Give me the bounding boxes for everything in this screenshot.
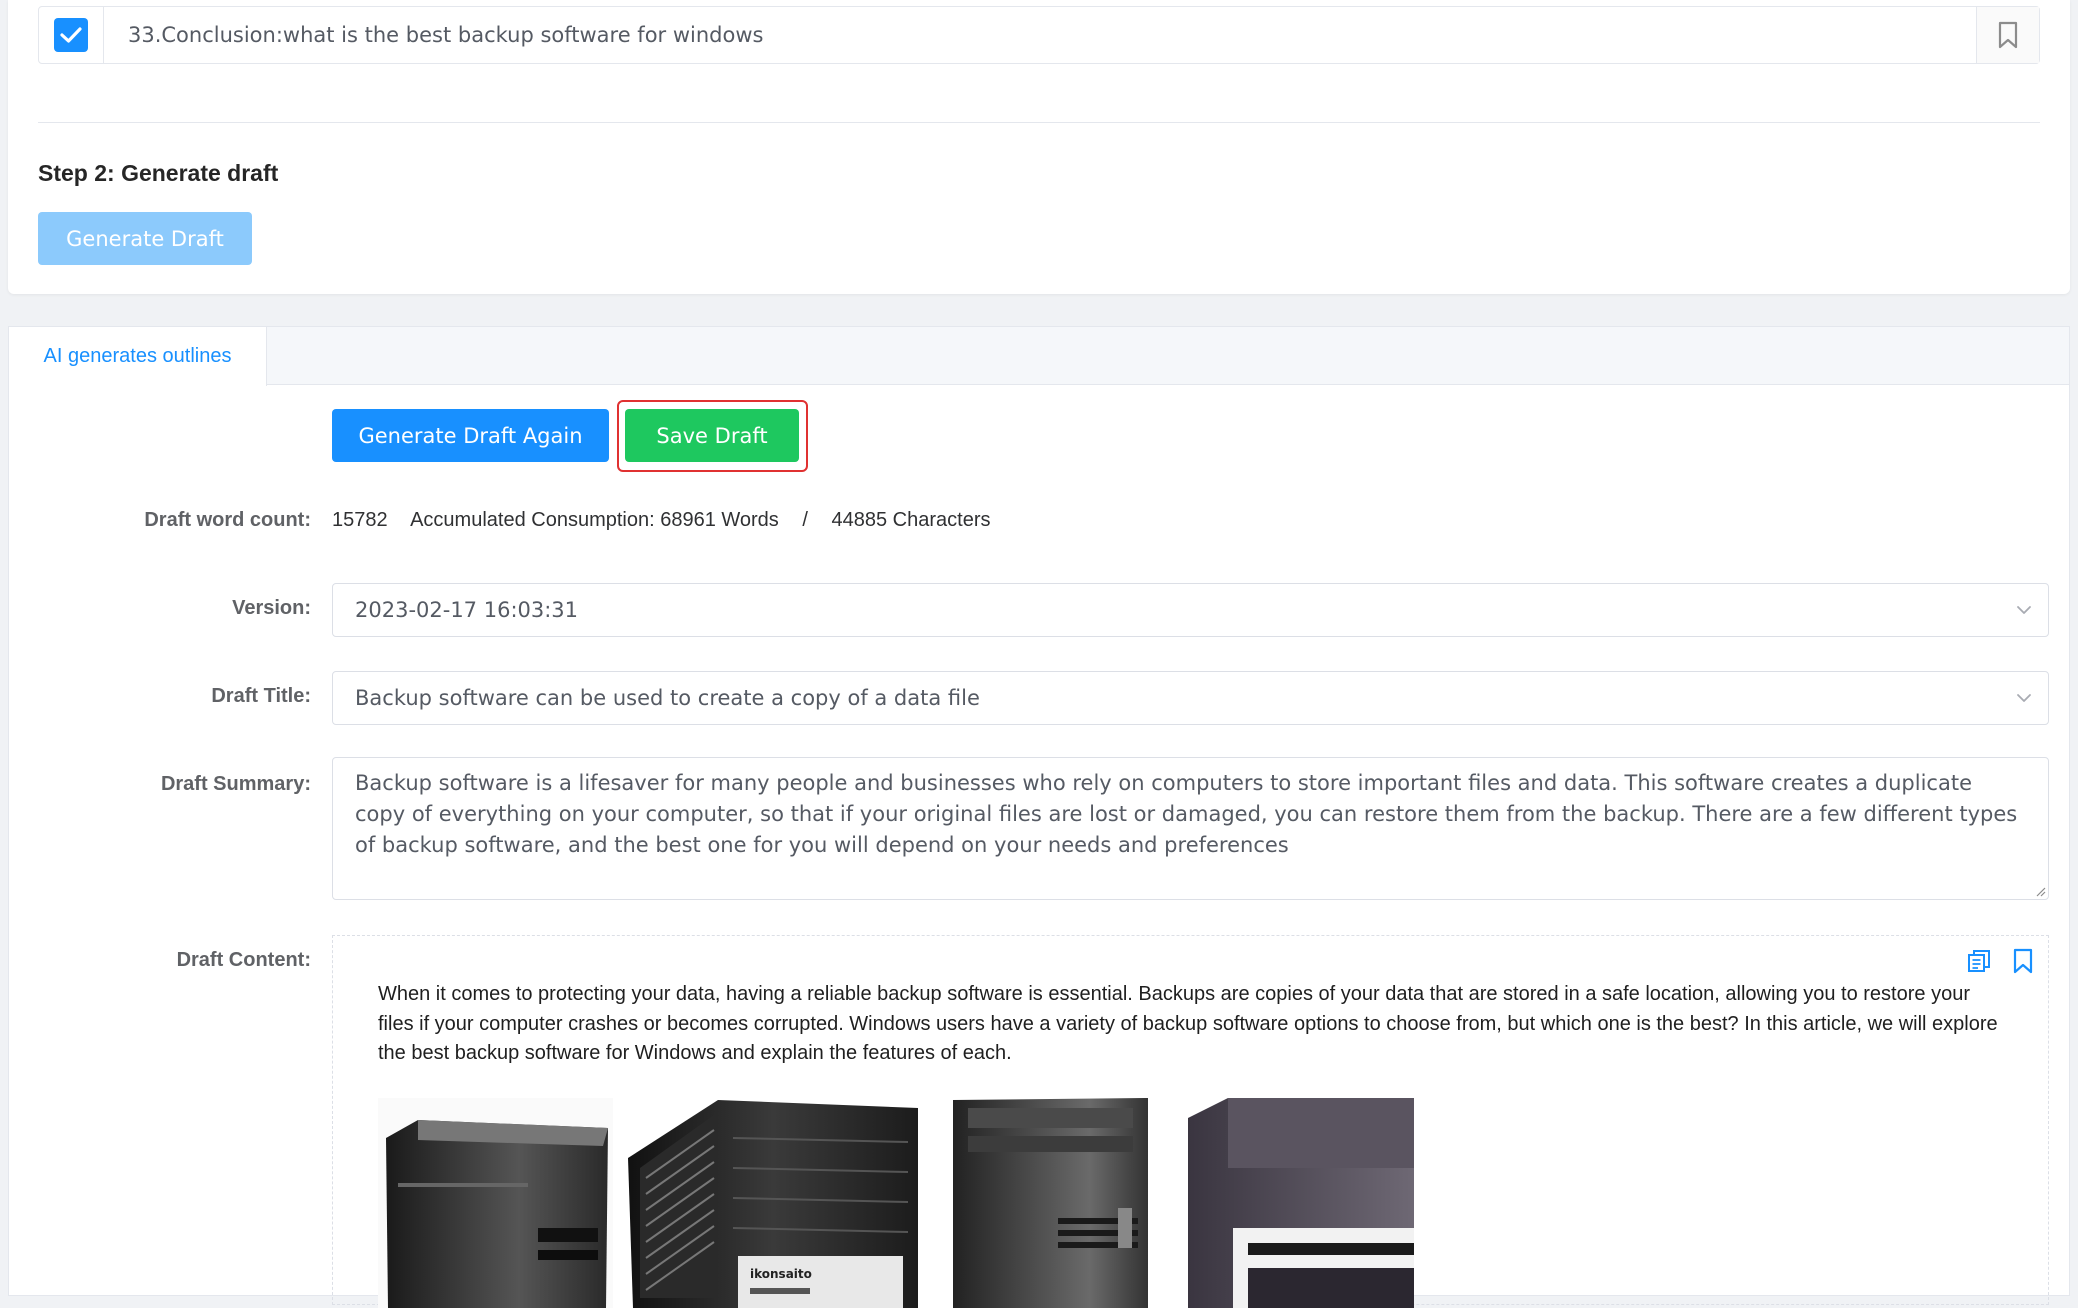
draft-title-select[interactable]: Backup software can be used to create a … [332, 671, 2049, 725]
draft-summary-value: Backup software is a lifesaver for many … [355, 771, 2018, 857]
outline-checkbox[interactable] [54, 18, 88, 52]
tab-bar: AI generates outlines [9, 327, 2069, 386]
word-count-label: Draft word count: [144, 509, 311, 531]
outline-item-text: 33.Conclusion:what is the best backup so… [128, 23, 764, 47]
stats-separator: / [802, 509, 808, 531]
check-icon [60, 27, 82, 43]
draft-title-label: Draft Title: [211, 685, 311, 707]
word-count-value: 15782 [332, 509, 388, 531]
content-toolbar [1966, 948, 2034, 974]
outline-item-row: 33.Conclusion:what is the best backup so… [38, 6, 2040, 64]
draft-content-editor[interactable]: When it comes to protecting your data, h… [332, 935, 2049, 1308]
bookmark-icon[interactable] [2012, 948, 2034, 974]
draft-title-value: Backup software can be used to create a … [355, 686, 980, 710]
tab-ai-generates-outlines[interactable]: AI generates outlines [9, 327, 267, 386]
draft-summary-textarea[interactable]: Backup software is a lifesaver for many … [332, 757, 2049, 900]
draft-stats: 15782 Accumulated Consumption: 68961 Wor… [332, 509, 1008, 532]
outline-bookmark-button[interactable] [1976, 7, 2039, 63]
copy-icon[interactable] [1966, 948, 1992, 974]
generate-draft-again-button[interactable]: Generate Draft Again [332, 409, 609, 462]
draft-summary-label: Draft Summary: [160, 773, 311, 795]
version-select[interactable]: 2023-02-17 16:03:31 [332, 583, 2049, 637]
chevron-down-icon [2017, 694, 2031, 702]
step2-title: Step 2: Generate draft [38, 160, 279, 186]
consumption-characters: 44885 Characters [831, 509, 991, 531]
version-label: Version: [232, 597, 311, 619]
chevron-down-icon [2017, 606, 2031, 614]
server-image: ikonsaito [378, 1098, 1414, 1308]
draft-content-paragraph: When it comes to protecting your data, h… [378, 983, 1998, 1064]
server-illustration: ikonsaito [378, 1098, 1414, 1308]
bookmark-icon [1998, 21, 2018, 49]
image-caption: ikonsaito [750, 1267, 812, 1281]
draft-card: AI generates outlines Generate Draft Aga… [8, 326, 2070, 1308]
outline-card: 33.Conclusion:what is the best backup so… [8, 0, 2070, 294]
generate-draft-button[interactable]: Generate Draft [38, 212, 252, 265]
outline-checkbox-cell[interactable] [39, 7, 104, 63]
consumption-words: Accumulated Consumption: 68961 Words [410, 509, 779, 531]
draft-content-label: Draft Content: [176, 949, 311, 971]
resize-grip-icon[interactable] [2034, 885, 2046, 897]
section-divider [38, 122, 2040, 123]
version-value: 2023-02-17 16:03:31 [355, 598, 579, 622]
save-draft-button[interactable]: Save Draft [625, 409, 799, 462]
